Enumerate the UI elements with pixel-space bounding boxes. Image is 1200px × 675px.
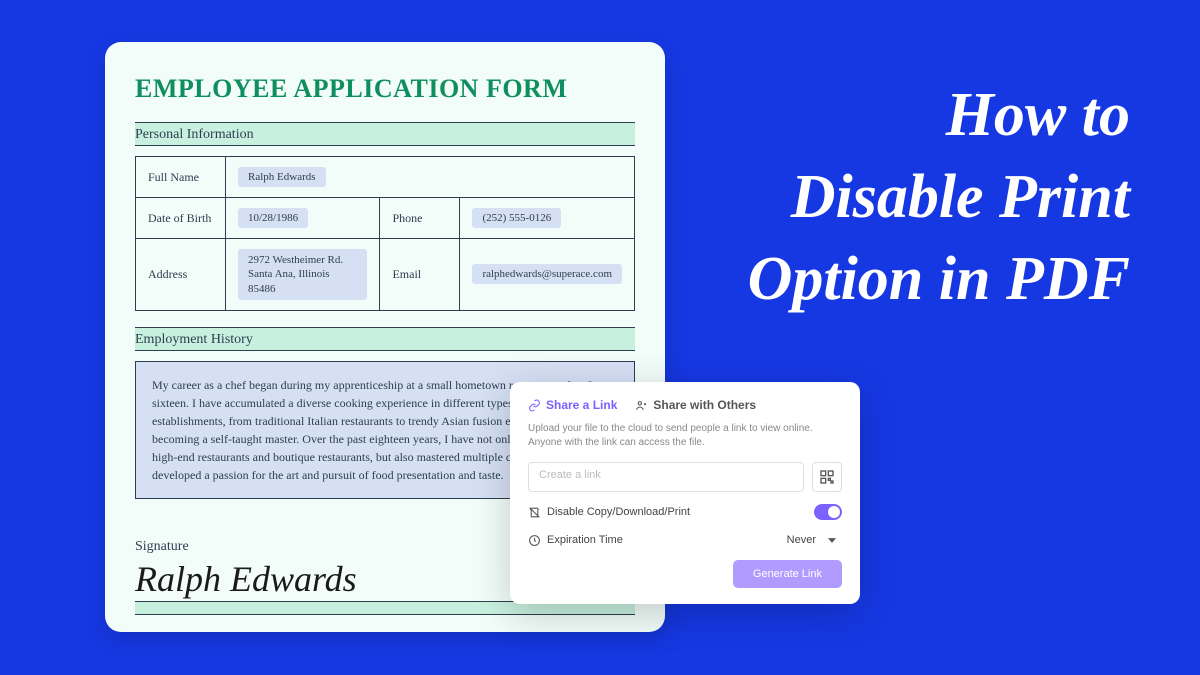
tab-share-others[interactable]: Share with Others [635, 398, 756, 412]
share-panel: Share a Link Share with Others Upload yo… [510, 382, 860, 604]
tab-share-others-label: Share with Others [653, 398, 756, 412]
link-input[interactable]: Create a link [528, 462, 804, 492]
clock-icon [528, 534, 541, 547]
tab-share-link[interactable]: Share a Link [528, 398, 617, 412]
email-value: ralphedwards@superace.com [472, 264, 622, 284]
fullname-value: Ralph Edwards [238, 167, 326, 187]
expiration-dropdown[interactable]: Never [781, 532, 842, 548]
people-icon [635, 399, 648, 412]
personal-info-table: Full Name Ralph Edwards Date of Birth 10… [135, 156, 635, 311]
phone-label: Phone [380, 198, 460, 239]
dob-value: 10/28/1986 [238, 208, 308, 228]
page-headline: How to Disable Print Option in PDF [740, 75, 1130, 320]
link-icon [528, 399, 541, 412]
email-cell: ralphedwards@superace.com [460, 239, 635, 311]
chevron-down-icon [828, 538, 836, 543]
address-label: Address [136, 239, 226, 311]
dob-label: Date of Birth [136, 198, 226, 239]
qr-button[interactable] [812, 462, 842, 492]
section-personal-header: Personal Information [135, 122, 635, 146]
fullname-label: Full Name [136, 157, 226, 198]
share-description: Upload your file to the cloud to send pe… [528, 422, 842, 450]
share-tabs: Share a Link Share with Others [528, 398, 842, 412]
table-row: Full Name Ralph Edwards [136, 157, 635, 198]
email-label: Email [380, 239, 460, 311]
phone-value: (252) 555-0126 [472, 208, 561, 228]
qr-icon [819, 469, 835, 485]
disable-copy-option: Disable Copy/Download/Print [528, 504, 842, 520]
address-cell: 2972 Westheimer Rd.Santa Ana, Illinois 8… [226, 239, 380, 311]
generate-link-button[interactable]: Generate Link [733, 560, 842, 588]
disable-copy-toggle[interactable] [814, 504, 842, 520]
table-row: Address 2972 Westheimer Rd.Santa Ana, Il… [136, 239, 635, 311]
section-history-header: Employment History [135, 327, 635, 351]
dob-cell: 10/28/1986 [226, 198, 380, 239]
disable-icon [528, 506, 541, 519]
link-row: Create a link [528, 462, 842, 492]
expiration-label: Expiration Time [547, 534, 623, 546]
fullname-cell: Ralph Edwards [226, 157, 635, 198]
expiration-option: Expiration Time Never [528, 532, 842, 548]
table-row: Date of Birth 10/28/1986 Phone (252) 555… [136, 198, 635, 239]
expiration-value: Never [787, 534, 816, 546]
disable-copy-label: Disable Copy/Download/Print [547, 506, 690, 518]
address-value: 2972 Westheimer Rd.Santa Ana, Illinois 8… [238, 249, 367, 300]
phone-cell: (252) 555-0126 [460, 198, 635, 239]
form-title: EMPLOYEE APPLICATION FORM [135, 74, 635, 104]
tab-share-link-label: Share a Link [546, 398, 617, 412]
